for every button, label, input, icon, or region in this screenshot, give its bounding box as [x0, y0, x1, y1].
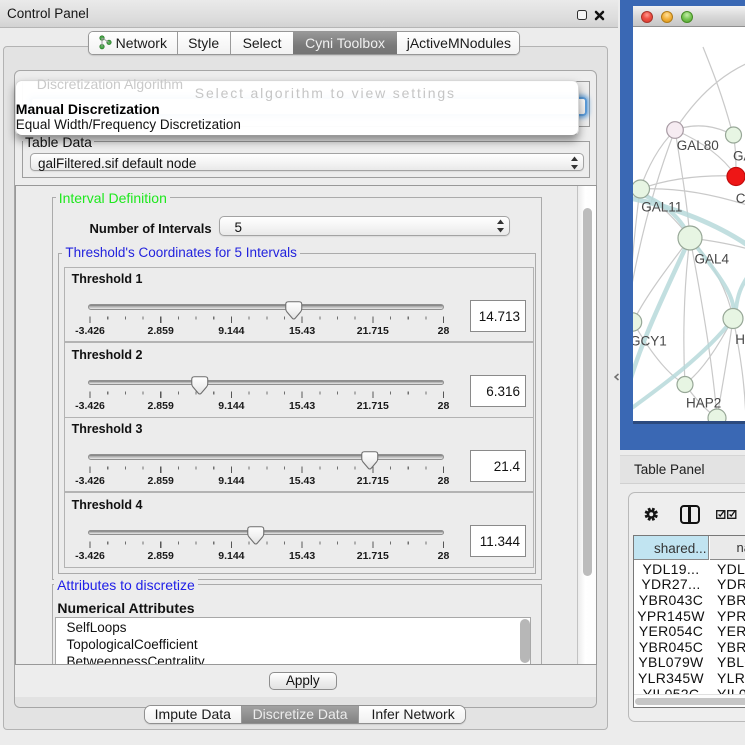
- svg-text:GAL11: GAL11: [641, 200, 682, 215]
- svg-text:GAL80: GAL80: [677, 138, 719, 153]
- svg-text:GAL1: GAL1: [733, 149, 745, 164]
- svg-text:CDC6: CDC6: [736, 191, 745, 206]
- svg-text:HAP2: HAP2: [686, 396, 721, 411]
- svg-text:HIS4: HIS4: [735, 332, 745, 347]
- svg-text:GAL4: GAL4: [695, 252, 730, 267]
- svg-text:GCY1: GCY1: [633, 334, 667, 349]
